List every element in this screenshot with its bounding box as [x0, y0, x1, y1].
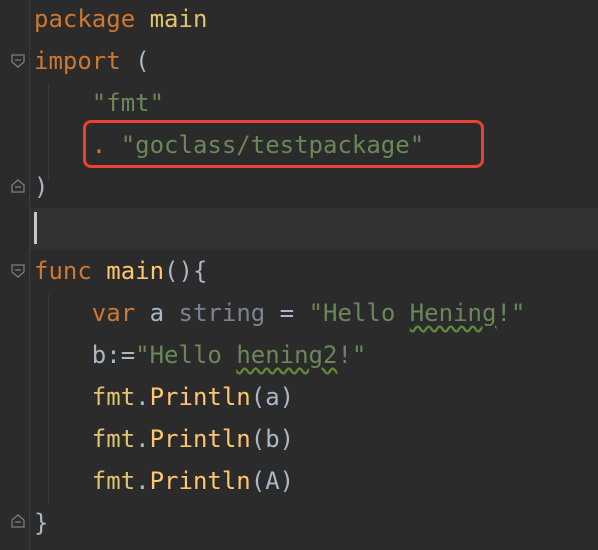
function-call: Println [149, 467, 251, 495]
type-name: string [178, 299, 266, 327]
code-line-2[interactable]: import ( [34, 40, 150, 82]
spellcheck-word: Hening [409, 299, 497, 327]
function-name: main [106, 257, 165, 285]
string-literal: "Hello hening2!" [135, 341, 366, 369]
dot: . [135, 425, 150, 453]
fold-open-icon[interactable] [11, 54, 25, 68]
function-call: Println [149, 383, 251, 411]
package-ref: fmt [91, 467, 136, 495]
string-part: "Hello [135, 341, 237, 369]
code-line-5[interactable]: ) [34, 166, 48, 208]
code-line-10[interactable]: fmt.Println(a) [34, 376, 294, 418]
identifier: a [149, 299, 165, 327]
dot: . [135, 383, 150, 411]
fold-open-icon[interactable] [11, 264, 25, 278]
function-call: Println [149, 425, 251, 453]
annotation-highlight-box [83, 120, 484, 168]
code-line-11[interactable]: fmt.Println(b) [34, 418, 294, 460]
arguments: (b) [250, 425, 295, 453]
operator: = [279, 299, 295, 327]
code-line-1[interactable]: package main [34, 0, 207, 40]
code-line-8[interactable]: var a string = "Hello Hening!" [34, 292, 526, 334]
assignment: b:= [91, 341, 136, 369]
fold-close-icon[interactable] [11, 179, 25, 193]
paren: ( [135, 47, 150, 75]
punctuation: (){ [164, 257, 208, 285]
code-line-13[interactable]: } [34, 502, 48, 544]
paren: ) [34, 173, 49, 201]
keyword: var [91, 299, 136, 327]
arguments: (A) [250, 467, 295, 495]
code-line-7[interactable]: func main(){ [34, 250, 207, 292]
package-ref: fmt [91, 383, 136, 411]
string-literal: "fmt" [91, 89, 165, 117]
brace: } [34, 509, 49, 537]
keyword: package [34, 5, 136, 33]
keyword: import [34, 47, 121, 75]
current-line-highlight [30, 208, 598, 250]
arguments: (a) [250, 383, 295, 411]
string-part: "Hello [308, 299, 410, 327]
string-part: !" [337, 341, 367, 369]
code-line-9[interactable]: b:="Hello hening2!" [34, 334, 367, 376]
string-literal: "Hello Hening!" [309, 299, 526, 327]
fold-close-icon[interactable] [11, 514, 25, 528]
text-caret [34, 212, 37, 244]
identifier: main [149, 5, 208, 33]
dot: . [135, 467, 150, 495]
code-line-12[interactable]: fmt.Println(A) [34, 460, 294, 502]
code-line-3[interactable]: "fmt" [34, 82, 164, 124]
spellcheck-word: hening2 [236, 341, 338, 369]
string-part: !" [496, 299, 526, 327]
gutter-divider [29, 0, 30, 550]
keyword: func [34, 257, 92, 285]
package-ref: fmt [91, 425, 136, 453]
